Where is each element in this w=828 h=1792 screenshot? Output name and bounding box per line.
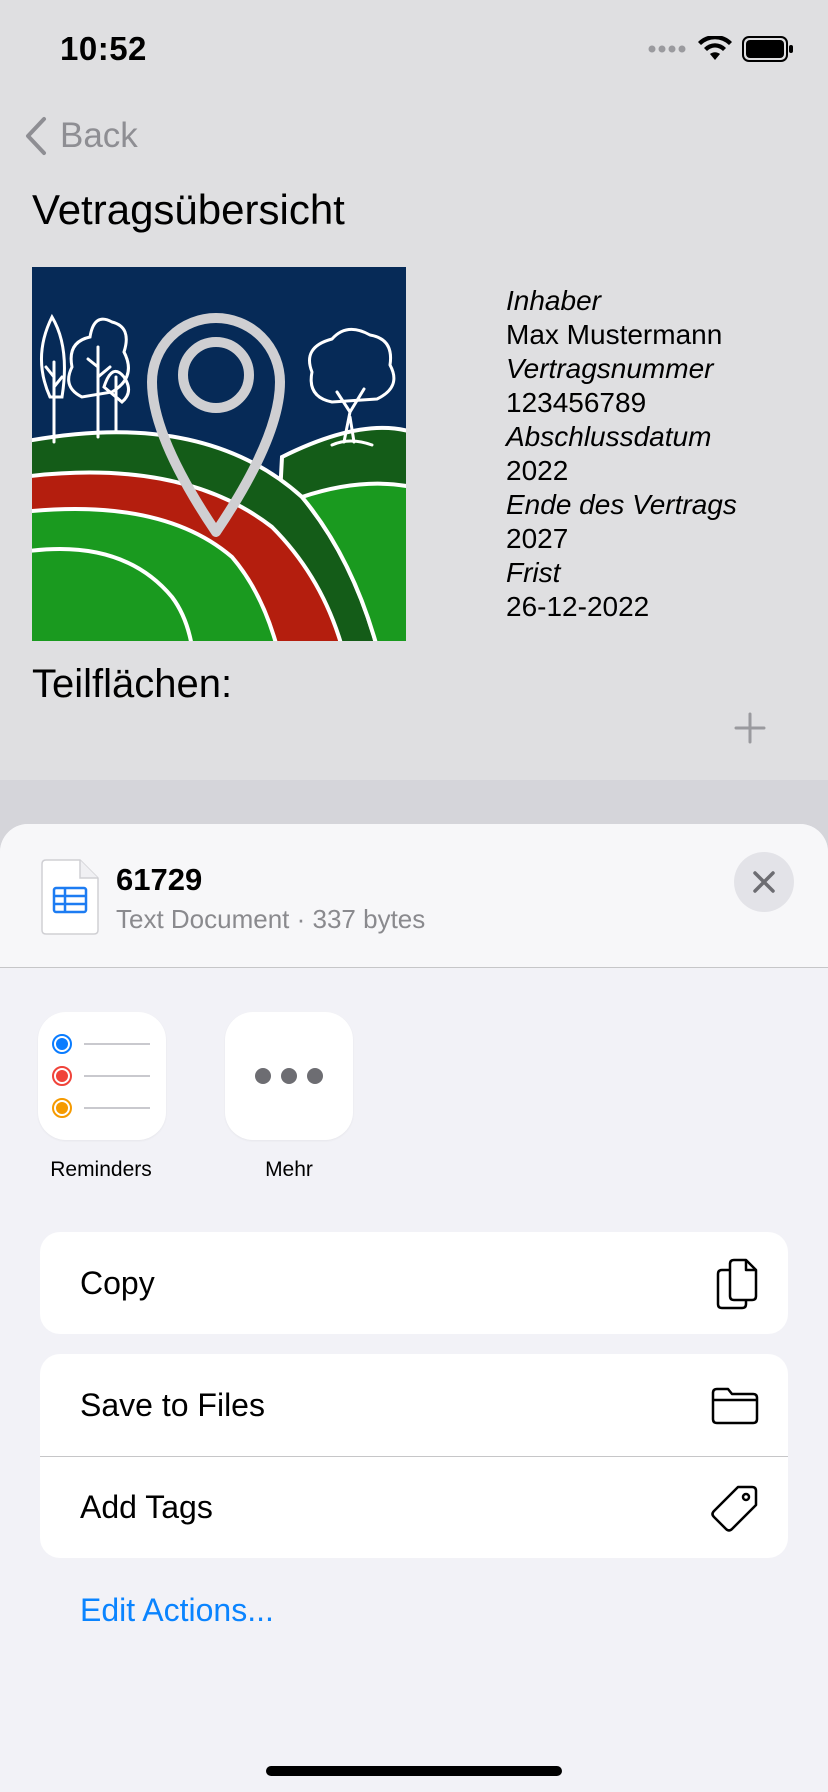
contract-info: Inhaber Max Mustermann Vertragsnummer 12…	[506, 284, 737, 624]
share-sheet: 61729 Text Document · 337 bytes Reminder…	[0, 824, 828, 1792]
back-label: Back	[60, 116, 138, 155]
add-tags-action[interactable]: Add Tags	[40, 1456, 788, 1558]
contract-end-value: 2027	[506, 523, 569, 554]
cellular-signal-icon	[648, 45, 686, 53]
reminders-app-label: Reminders	[50, 1158, 152, 1181]
contract-hero-image	[32, 267, 406, 641]
add-tags-label: Add Tags	[80, 1489, 213, 1525]
owner-value: Max Mustermann	[506, 319, 723, 350]
file-meta: Text Document · 337 bytes	[116, 904, 426, 934]
add-subarea-plus-icon[interactable]	[732, 710, 768, 746]
close-button[interactable]	[734, 852, 794, 912]
more-apps-label: Mehr	[265, 1158, 313, 1181]
reminders-icon	[52, 1034, 150, 1118]
deadline-label: Frist	[506, 557, 561, 588]
contract-number-value: 123456789	[506, 387, 647, 418]
reminders-app-button[interactable]	[38, 1012, 166, 1140]
page-title: Vetragsübersicht	[32, 186, 345, 233]
share-sheet-header: 61729 Text Document · 337 bytes	[0, 824, 828, 968]
copy-action-label: Copy	[80, 1264, 155, 1301]
close-icon	[753, 871, 775, 893]
folder-icon	[711, 1387, 759, 1425]
copy-action-group: Copy	[40, 1232, 788, 1334]
owner-label: Inhaber	[506, 285, 601, 316]
edit-actions-link[interactable]: Edit Actions...	[80, 1592, 274, 1629]
wifi-icon	[698, 36, 732, 60]
file-name: 61729	[116, 862, 203, 897]
file-actions-group: Save to Files Add Tags	[40, 1354, 788, 1558]
save-to-files-action[interactable]: Save to Files	[40, 1354, 788, 1456]
contract-overview-screen: 10:52 Back Vetragsübersicht Inhaber Max …	[0, 0, 828, 780]
status-time: 10:52	[60, 30, 147, 67]
save-to-files-label: Save to Files	[80, 1386, 265, 1423]
back-button[interactable]: Back	[24, 116, 138, 156]
status-icons	[648, 36, 794, 62]
more-icon	[255, 1068, 323, 1084]
subareas-section-title: Teilflächen:	[32, 662, 233, 706]
signing-date-value: 2022	[506, 455, 569, 486]
chevron-left-icon	[26, 117, 46, 155]
share-apps-row: Reminders Mehr	[0, 1012, 828, 1192]
contract-number-label: Vertragsnummer	[506, 353, 714, 384]
battery-icon	[742, 36, 793, 62]
contract-end-label: Ende des Vertrags	[506, 489, 737, 520]
more-apps-button[interactable]	[225, 1012, 353, 1140]
home-indicator	[266, 1766, 562, 1776]
signing-date-label: Abschlussdatum	[506, 421, 712, 452]
copy-icon	[716, 1258, 758, 1310]
copy-action[interactable]: Copy	[40, 1232, 788, 1334]
tag-icon	[711, 1485, 758, 1532]
spreadsheet-document-icon	[41, 859, 99, 935]
deadline-value: 26-12-2022	[506, 591, 650, 622]
